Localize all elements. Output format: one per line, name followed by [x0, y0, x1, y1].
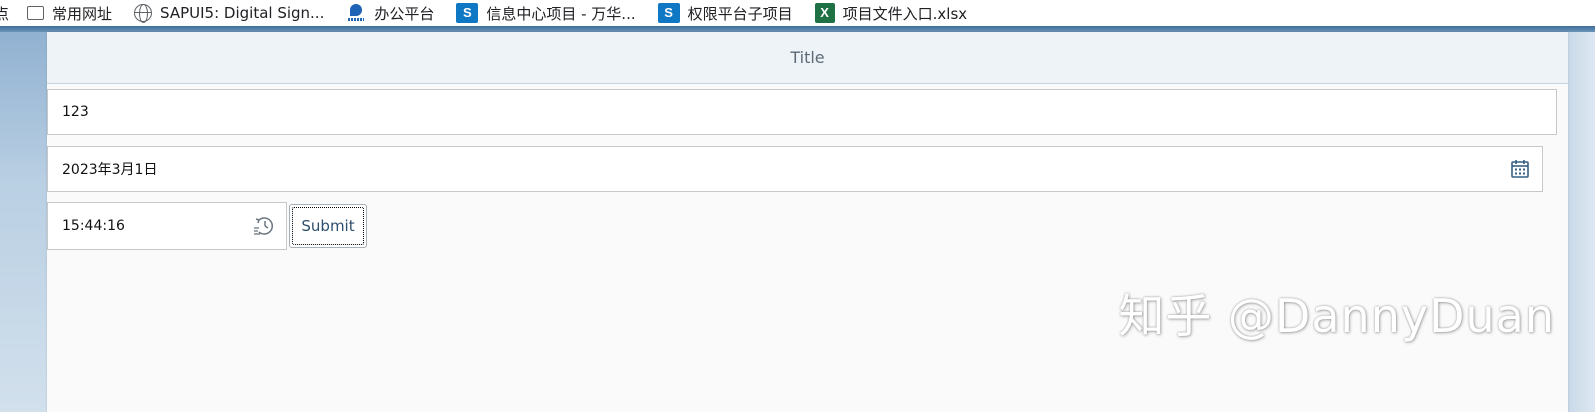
page-header: Title: [47, 32, 1568, 84]
bookmark-label: 项目文件入口.xlsx: [842, 4, 968, 23]
page-title: Title: [790, 48, 825, 67]
submit-button[interactable]: Submit: [289, 204, 367, 248]
date-picker[interactable]: 2023年3月1日: [47, 146, 1543, 192]
focus-ring: [292, 207, 364, 245]
bookmark-folder-common-sites[interactable]: 常用网址: [27, 0, 112, 26]
bookmark-label: 点: [0, 4, 10, 23]
bookmark-item[interactable]: 点: [0, 0, 9, 26]
watermark: 知乎 @DannyDuan: [1118, 289, 1555, 343]
text-input-value: 123: [62, 104, 89, 120]
bookmark-label: SAPUI5: Digital Sign...: [160, 4, 325, 22]
time-picker-value: 15:44:16: [62, 218, 125, 234]
bookmark-label: 常用网址: [52, 4, 113, 23]
text-input[interactable]: 123: [47, 89, 1557, 135]
bookmark-sapui5[interactable]: SAPUI5: Digital Sign...: [134, 0, 324, 26]
bookmark-label: 信息中心项目 - 万华...: [486, 4, 636, 23]
bookmark-office-platform[interactable]: 办公平台: [346, 0, 434, 26]
folder-icon: [27, 6, 45, 20]
calendar-icon[interactable]: [1508, 157, 1532, 181]
bookmarks-bar: 点 常用网址 SAPUI5: Digital Sign... 办公平台 S 信息…: [0, 0, 1595, 26]
portal-logo-icon: [346, 3, 366, 23]
app-container: Title 123 2023年3月1日 15:44:16 Submit: [47, 32, 1568, 412]
bookmark-label: 权限平台子项目: [687, 4, 793, 23]
date-picker-value: 2023年3月1日: [62, 162, 158, 178]
bookmark-info-center-project[interactable]: S 信息中心项目 - 万华...: [456, 0, 636, 26]
globe-icon: [134, 4, 153, 23]
time-picker[interactable]: 15:44:16: [47, 202, 287, 250]
bookmark-permission-platform[interactable]: S 权限平台子项目: [657, 0, 793, 26]
bookmark-label: 办公平台: [374, 4, 435, 23]
sharepoint-icon: S: [657, 3, 680, 23]
time-history-icon[interactable]: [252, 214, 276, 238]
bookmark-project-files[interactable]: X 项目文件入口.xlsx: [814, 0, 968, 26]
sharepoint-icon: S: [456, 3, 479, 23]
excel-icon: X: [814, 3, 835, 23]
page-edge: [1568, 32, 1595, 412]
